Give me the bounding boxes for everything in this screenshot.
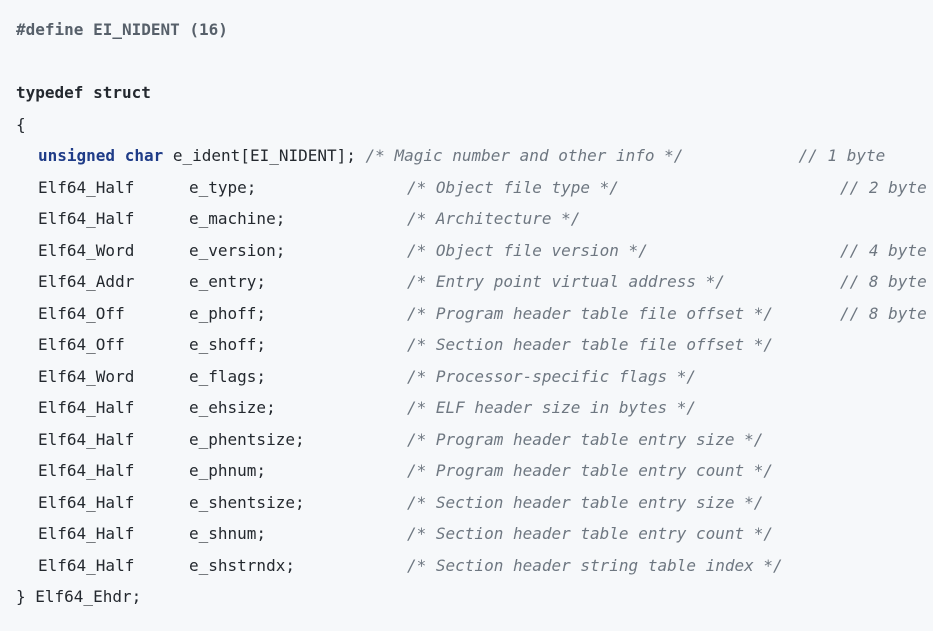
field-type: Elf64_Off xyxy=(38,303,125,323)
field-name: e_phnum; xyxy=(189,461,267,480)
field-comment: /* Architecture */ xyxy=(407,209,581,228)
field-comment: /* Section header string table index */ xyxy=(407,555,783,575)
field-name: e_ident[EI_NIDENT]; xyxy=(172,146,356,165)
field-trailing-comment: // 8 byte xyxy=(840,272,927,291)
open-brace: { xyxy=(16,114,26,134)
field-type: Elf64_Half xyxy=(38,555,135,575)
field-type: Elf64_Word xyxy=(38,366,135,386)
field-type: Elf64_Half xyxy=(38,461,135,480)
field-type: Elf64_Word xyxy=(38,240,135,260)
close-line: } Elf64_Ehdr; xyxy=(16,581,933,613)
field-type: Elf64_Half xyxy=(38,492,135,512)
struct-field-line: Elf64_Half e_machine; /* Architecture */ xyxy=(16,203,933,235)
struct-field-line: Elf64_Half e_shstrndx; /* Section header s… xyxy=(16,550,933,582)
struct-field-line: Elf64_Half e_shentsize; /* Section header … xyxy=(16,487,933,519)
field-name: e_machine; xyxy=(189,209,286,228)
struct-field-line: Elf64_Addr e_entry; /* Entry point virtual… xyxy=(16,266,933,298)
code-listing: #define EI_NIDENT (16) typedef struct { un… xyxy=(0,0,933,613)
typedef-line: typedef struct xyxy=(16,77,933,109)
code-block: #define EI_NIDENT (16) typedef struct { un… xyxy=(0,0,933,631)
struct-field-line: Elf64_Off e_shoff; /* Section header table… xyxy=(16,329,933,361)
field-comment: /* Magic number and other info */ xyxy=(365,146,684,165)
field-comment: /* ELF header size in bytes */ xyxy=(407,398,696,417)
field-type: Elf64_Half xyxy=(38,524,135,543)
define-directive: #define EI_NIDENT (16) xyxy=(16,20,228,39)
struct-field-line: Elf64_Half e_type; /* Object file type */ /… xyxy=(16,172,933,204)
field-type: unsigned char xyxy=(38,146,164,165)
field-name: e_version; xyxy=(189,240,286,260)
struct-field-line: Elf64_Half e_shnum; /* Section header tabl… xyxy=(16,518,933,550)
field-type: Elf64_Half xyxy=(38,209,135,228)
struct-field-line: Elf64_Half e_ehsize; /* ELF header size in… xyxy=(16,392,933,424)
field-trailing-comment: // 1 byte xyxy=(798,146,886,165)
struct-field-line: Elf64_Word e_flags; /* Processor-specific … xyxy=(16,361,933,393)
field-name: e_flags; xyxy=(189,366,267,386)
field-type: Elf64_Half xyxy=(38,177,135,197)
field-trailing-comment: // 4 byte xyxy=(840,240,927,260)
field-comment: /* Object file version */ xyxy=(407,240,648,260)
field-name: e_phentsize; xyxy=(189,429,305,449)
field-comment: /* Program header table entry size */ xyxy=(407,429,764,449)
field-comment: /* Processor-specific flags */ xyxy=(407,366,696,386)
field-comment: /* Entry point virtual address */ xyxy=(407,272,725,291)
typedef-keyword: typedef struct xyxy=(16,83,151,102)
field-name: e_type; xyxy=(189,177,257,197)
field-name: e_shoff; xyxy=(189,335,267,354)
field-name: e_shnum; xyxy=(189,524,267,543)
struct-field-line: Elf64_Half e_phentsize; /* Program header … xyxy=(16,424,933,456)
field-comment: /* Section header table entry size */ xyxy=(407,492,764,512)
field-type: Elf64_Off xyxy=(38,335,125,354)
struct-closing: } Elf64_Ehdr; xyxy=(16,587,142,606)
define-line: #define EI_NIDENT (16) xyxy=(16,14,933,46)
field-comment: /* Section header table file offset */ xyxy=(407,335,774,354)
field-name: e_phoff; xyxy=(189,303,267,323)
field-name: e_ehsize; xyxy=(189,398,276,417)
field-comment: /* Program header table entry count */ xyxy=(407,461,774,480)
field-comment: /* Object file type */ xyxy=(407,177,619,197)
field-type: Elf64_Half xyxy=(38,398,135,417)
struct-field-line: Elf64_Word e_version; /* Object file versi… xyxy=(16,235,933,267)
field-comment: /* Section header table entry count */ xyxy=(407,524,774,543)
struct-field-line: unsigned char e_ident[EI_NIDENT]; /* Mag… xyxy=(16,140,933,172)
field-trailing-comment: // 8 byte xyxy=(840,303,927,323)
field-type: Elf64_Half xyxy=(38,429,135,449)
struct-field-line: Elf64_Off e_phoff; /* Program header table… xyxy=(16,298,933,330)
field-comment: /* Program header table file offset */ xyxy=(407,303,774,323)
field-trailing-comment: // 2 byte xyxy=(840,177,927,197)
field-name: e_entry; xyxy=(189,272,267,291)
field-name: e_shstrndx; xyxy=(189,555,295,575)
field-type: Elf64_Addr xyxy=(38,272,135,291)
field-name: e_shentsize; xyxy=(189,492,305,512)
open-brace-line: { xyxy=(16,109,933,141)
struct-field-line: Elf64_Half e_phnum; /* Program header tabl… xyxy=(16,455,933,487)
